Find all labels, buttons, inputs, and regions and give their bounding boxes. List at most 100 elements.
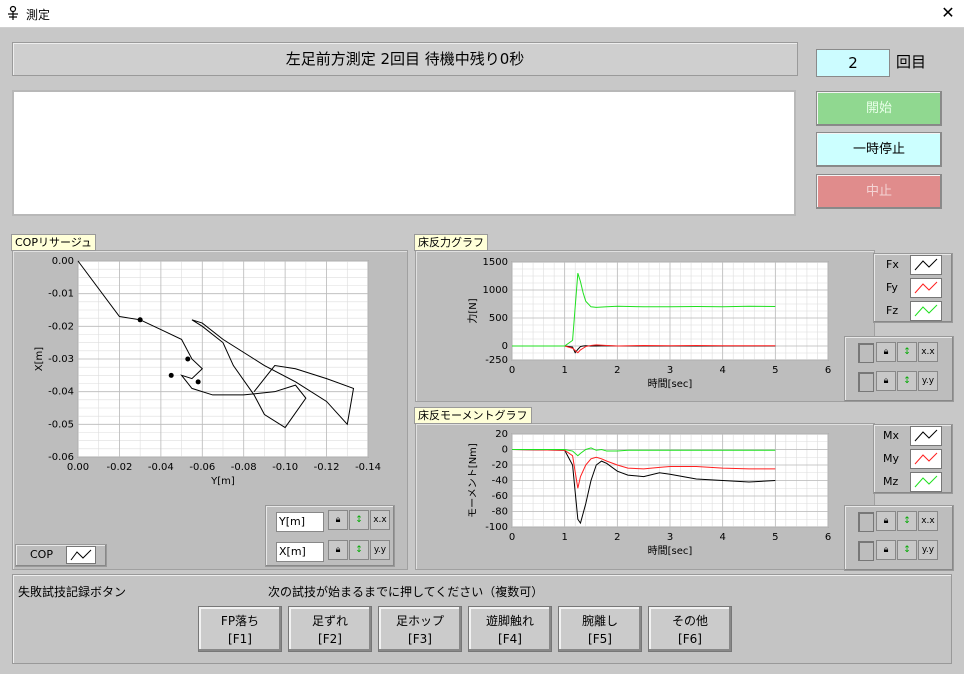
x-tick-label: -0.06: [189, 462, 215, 473]
force-y-scale-check[interactable]: [858, 372, 874, 392]
fail-button-fp-drop[interactable]: FP落ち [F1]: [198, 606, 282, 652]
line-style-icon: [914, 429, 938, 442]
pause-button[interactable]: 一時停止: [816, 132, 942, 167]
fail-button-label: その他: [671, 614, 708, 628]
fail-button-foot-slip[interactable]: 足ずれ [F2]: [288, 606, 372, 652]
y-tick-label: -60: [492, 491, 508, 502]
x-tick-label: 4: [719, 532, 725, 543]
cop-point: [185, 356, 191, 362]
moment-y-scale-check[interactable]: [858, 541, 874, 561]
lock-icon[interactable]: 🔒︎: [876, 511, 896, 531]
autoscale-x-icon[interactable]: ↕: [897, 511, 917, 531]
lock-icon[interactable]: 🔒︎: [876, 540, 896, 560]
close-button[interactable]: ✕: [936, 3, 960, 23]
legend-label-fy: Fy: [886, 281, 898, 294]
x-tick-label: 3: [667, 365, 673, 376]
status-display: 左足前方測定 2回目 待機中残り0秒: [12, 42, 798, 76]
fail-button-label: 腕離し: [581, 614, 618, 628]
x-tick-label: 6: [825, 365, 831, 376]
moment-graph-label: 床反モーメントグラフ: [414, 407, 532, 424]
line-style-icon: [914, 258, 938, 271]
y-tick-label: -0.05: [48, 419, 74, 430]
cop-legend-swatch[interactable]: [66, 546, 96, 564]
autoscale-y-icon[interactable]: ↕: [897, 371, 917, 391]
y-axis-label: モーメント[Nm]: [468, 443, 479, 518]
y-tick-label: -0.04: [48, 387, 74, 398]
x-axis-label: Y[m]: [210, 476, 235, 487]
legend-swatch-mz[interactable]: [910, 472, 942, 492]
y-tick-label: -40: [492, 476, 508, 487]
legend-swatch-fx[interactable]: [910, 255, 942, 275]
y-axis-label: 力[N]: [466, 298, 479, 323]
y-tick-label: -0.06: [48, 452, 74, 463]
y-tick-label: 0: [502, 341, 508, 352]
legend-label-fx: Fx: [886, 258, 899, 271]
x-tick-label: -0.10: [272, 462, 298, 473]
fail-button-label: 足ホップ: [395, 614, 444, 628]
x-tick-label: 0: [509, 365, 515, 376]
legend-swatch-fz[interactable]: [910, 301, 942, 321]
stop-button[interactable]: 中止: [816, 174, 942, 209]
trial-count-field[interactable]: 2: [816, 49, 890, 77]
x-tick-label: 6: [825, 532, 831, 543]
force-graph-label: 床反力グラフ: [414, 234, 488, 251]
format-y-icon[interactable]: y.y: [918, 540, 938, 560]
moment-x-scale-check[interactable]: [858, 512, 874, 532]
fail-button-label: FP落ち: [220, 614, 260, 628]
x-tick-label: -0.02: [106, 462, 132, 473]
y-tick-label: 20: [495, 429, 508, 440]
fail-button-foot-hop[interactable]: 足ホップ [F3]: [378, 606, 462, 652]
line-style-icon: [914, 281, 938, 294]
lock-icon[interactable]: 🔒︎: [876, 342, 896, 362]
lock-icon[interactable]: 🔒︎: [328, 510, 348, 530]
format-x-icon[interactable]: x.x: [370, 510, 390, 530]
format-y-icon[interactable]: y.y: [918, 371, 938, 391]
fail-button-swing-leg-touch[interactable]: 遊脚触れ [F4]: [468, 606, 552, 652]
x-tick-label: 1: [561, 365, 567, 376]
fail-button-other[interactable]: その他 [F6]: [648, 606, 732, 652]
force-x-scale-check[interactable]: [858, 343, 874, 363]
fail-button-key: [F4]: [498, 632, 522, 646]
fail-button-key: [F2]: [318, 632, 342, 646]
y-tick-label: -100: [485, 522, 508, 533]
autoscale-x-icon[interactable]: ↕: [897, 342, 917, 362]
cop-legend-label: COP: [30, 548, 53, 561]
format-y-icon[interactable]: y.y: [370, 540, 390, 560]
y-tick-label: 0: [502, 445, 508, 456]
legend-swatch-mx[interactable]: [910, 426, 942, 446]
failure-panel-title: 失敗試技記録ボタン: [18, 585, 127, 599]
cop-chart: 0.00 -0.02 -0.04 -0.06 -0.08 -0.10 -0.12 -0.14 0…: [34, 256, 381, 487]
autoscale-x-icon[interactable]: ↕: [349, 510, 369, 530]
autoscale-y-icon[interactable]: ↕: [897, 540, 917, 560]
fail-button-arm-release[interactable]: 腕離し [F5]: [558, 606, 642, 652]
cop-x-axis-field[interactable]: X[m]: [276, 542, 324, 562]
autoscale-y-icon[interactable]: ↕: [349, 540, 369, 560]
x-tick-label: -0.14: [355, 462, 381, 473]
trial-count-unit: 回目: [896, 53, 927, 71]
legend-swatch-fy[interactable]: [910, 278, 942, 298]
format-x-icon[interactable]: x.x: [918, 342, 938, 362]
start-button[interactable]: 開始: [816, 91, 942, 126]
legend-label-mz: Mz: [883, 475, 899, 488]
window-title: 測定: [26, 8, 51, 22]
y-tick-label: 1000: [483, 285, 508, 296]
cop-y-axis-field[interactable]: Y[m]: [276, 512, 324, 532]
lock-icon[interactable]: 🔒︎: [328, 540, 348, 560]
format-x-icon[interactable]: x.x: [918, 511, 938, 531]
y-tick-label: -250: [485, 355, 508, 366]
x-axis-label: 時間[sec]: [648, 545, 693, 557]
line-style-icon: [914, 304, 938, 317]
x-tick-label: 3: [667, 532, 673, 543]
y-tick-label: 1500: [483, 257, 508, 268]
legend-swatch-my[interactable]: [910, 449, 942, 469]
fail-button-key: [F1]: [228, 632, 252, 646]
y-tick-label: -0.03: [48, 354, 74, 365]
x-tick-label: 5: [772, 365, 778, 376]
y-tick-label: -0.02: [48, 321, 74, 332]
legend-label-mx: Mx: [883, 429, 900, 442]
lock-icon[interactable]: 🔒︎: [876, 371, 896, 391]
y-tick-label: -0.01: [48, 289, 74, 300]
x-axis-label: 時間[sec]: [648, 378, 693, 390]
cop-plot-style-icon: [70, 549, 92, 561]
fail-button-key: [F5]: [588, 632, 612, 646]
